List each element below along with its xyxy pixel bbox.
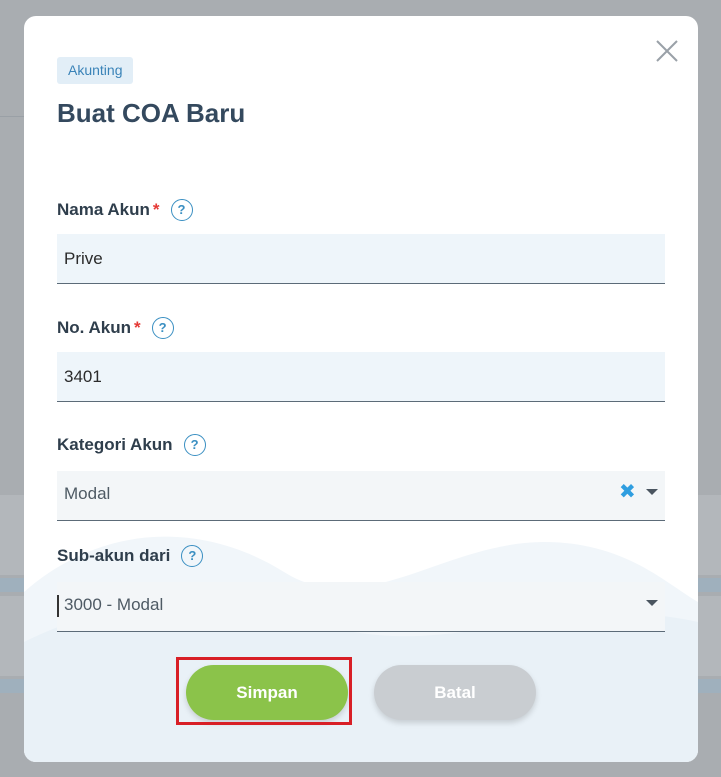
module-tag: Akunting xyxy=(57,57,134,84)
parent-account-label-text: Sub-akun dari xyxy=(57,546,171,565)
close-icon[interactable] xyxy=(652,36,682,66)
cancel-button[interactable]: Batal xyxy=(374,665,536,720)
account-number-field xyxy=(57,352,665,402)
help-icon[interactable]: ? xyxy=(170,199,193,221)
parent-account-label: Sub-akun dari ? xyxy=(57,543,204,569)
help-icon[interactable]: ? xyxy=(181,545,204,567)
account-number-label: No. Akun * ? xyxy=(57,315,174,341)
account-name-label: Nama Akun * ? xyxy=(57,197,193,223)
help-icon[interactable]: ? xyxy=(183,434,206,456)
background-divider xyxy=(0,116,24,117)
account-category-select[interactable]: Modal ✖ xyxy=(57,471,665,521)
chevron-down-icon[interactable] xyxy=(646,600,658,606)
account-name-field xyxy=(57,234,665,284)
account-name-input[interactable] xyxy=(57,234,665,283)
account-name-label-text: Nama Akun xyxy=(57,200,150,219)
account-category-label: Kategori Akun ? xyxy=(57,432,206,458)
parent-account-value: 3000 - Modal xyxy=(64,595,164,614)
account-number-label-text: No. Akun xyxy=(57,318,131,337)
clear-icon[interactable]: ✖ xyxy=(619,482,636,502)
decorative-wave xyxy=(24,536,698,762)
save-button[interactable]: Simpan xyxy=(186,665,348,720)
required-mark: * xyxy=(152,200,160,219)
create-coa-modal: Akunting Buat COA Baru Nama Akun * ? No.… xyxy=(24,16,698,762)
help-icon[interactable]: ? xyxy=(151,317,174,339)
account-category-label-text: Kategori Akun xyxy=(57,435,173,454)
parent-account-select[interactable]: 3000 - Modal xyxy=(57,582,665,632)
account-category-value: Modal xyxy=(64,484,111,503)
chevron-down-icon[interactable] xyxy=(646,489,658,495)
required-mark: * xyxy=(133,318,141,337)
modal-title: Buat COA Baru xyxy=(57,98,246,128)
account-number-input[interactable] xyxy=(57,352,665,401)
text-cursor xyxy=(57,595,59,617)
